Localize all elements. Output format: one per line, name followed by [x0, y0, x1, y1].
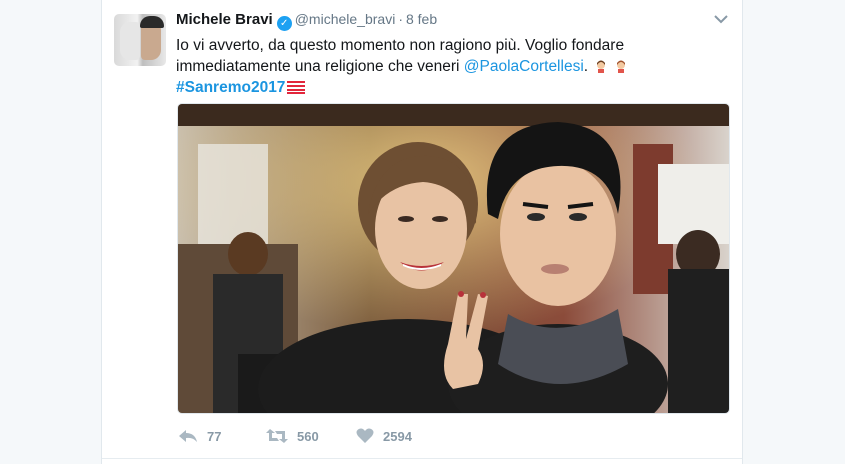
woman-emoji-icon	[597, 60, 606, 73]
reply-button[interactable]: 77	[178, 428, 221, 444]
author-avatar[interactable]	[114, 14, 166, 66]
mention-link[interactable]: @PaolaCortellesi	[464, 58, 584, 75]
woman-emoji-icon	[617, 60, 626, 73]
heart-icon	[356, 428, 374, 443]
hashtag-link[interactable]: #Sanremo2017	[176, 79, 285, 96]
sanremo-flag-icon	[287, 80, 306, 94]
tweet-divider	[102, 458, 742, 459]
header-separator: ·	[398, 11, 403, 27]
author-handle[interactable]: @michele_bravi	[295, 11, 396, 27]
retweet-icon	[266, 429, 288, 443]
reply-count: 77	[207, 428, 222, 444]
avatar-statue-half	[120, 22, 140, 60]
tweet-text-period: .	[583, 58, 589, 75]
tweet-text-line2-start: immediatamente una religione che veneri	[176, 58, 464, 75]
tweet-text: Io vi avverto, da questo momento non rag…	[176, 35, 696, 98]
tweet-text-line3: #Sanremo2017	[176, 77, 696, 98]
tweet-date[interactable]: 8 feb	[406, 11, 437, 27]
retweet-button[interactable]: 560	[266, 428, 319, 444]
page-background-right	[742, 0, 845, 464]
selfie-photo-illustration	[178, 104, 729, 413]
like-count: 2594	[383, 428, 412, 444]
verified-badge-icon: ✓	[276, 16, 292, 31]
like-button[interactable]: 2594	[356, 428, 412, 444]
avatar-hair	[140, 16, 164, 28]
chevron-down-icon[interactable]	[714, 14, 728, 24]
tweet-card[interactable]: Michele Bravi ✓ @michele_bravi · 8 feb Io vi…	[102, 0, 742, 464]
author-name[interactable]: Michele Bravi	[176, 11, 273, 28]
tweet-text-line2: immediatamente una religione che veneri …	[176, 56, 696, 77]
page-background-left	[0, 0, 102, 464]
reply-icon	[179, 430, 197, 442]
tweet-text-line1: Io vi avverto, da questo momento non rag…	[176, 37, 625, 54]
tweet-photo[interactable]	[177, 103, 730, 414]
tweet-header: Michele Bravi ✓ @michele_bravi · 8 feb	[176, 11, 437, 31]
retweet-count: 560	[297, 428, 319, 444]
